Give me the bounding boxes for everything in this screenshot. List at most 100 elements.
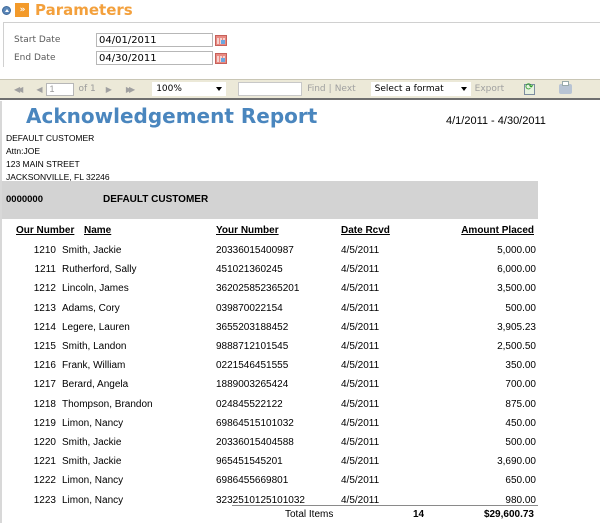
name-cell: Thompson, Brandon <box>62 398 153 410</box>
parameters-title: Parameters <box>35 1 133 19</box>
calendar-icon[interactable] <box>215 34 227 46</box>
amount-placed-cell: 6,000.00 <box>497 264 536 276</box>
our-number-cell: 1221 <box>33 456 56 468</box>
chevron-down-icon <box>216 87 223 91</box>
amount-placed-cell: 5,000.00 <box>497 245 536 256</box>
address-line: 123 MAIN STREET <box>6 159 80 169</box>
export-format-value: Select a format <box>374 84 444 94</box>
amount-placed-cell: 2,500.50 <box>497 341 536 352</box>
name-cell: Limon, Nancy <box>62 494 124 506</box>
our-number-cell: 1212 <box>33 283 56 295</box>
column-header-date-rcvd[interactable]: Date Rcvd <box>341 225 390 236</box>
address-line: Attn:JOE <box>6 146 41 156</box>
previous-page-icon[interactable]: ◀ <box>36 85 42 94</box>
print-icon[interactable] <box>559 81 573 94</box>
chevron-down-icon <box>460 87 467 91</box>
our-number-cell: 1214 <box>33 321 56 333</box>
table-row: 1210 Smith, Jackie 20336015400987 4/5/2011 5… <box>2 245 542 264</box>
your-number-cell: 362025852365201 <box>216 283 300 295</box>
column-header-amount-placed[interactable]: Amount Placed <box>461 225 534 236</box>
export-format-select[interactable]: Select a format <box>370 82 471 96</box>
date-rcvd-cell: 4/5/2011 <box>341 437 380 448</box>
our-number-cell: 1213 <box>33 302 56 314</box>
column-header-our-number[interactable]: Our Number <box>16 225 74 236</box>
end-date-row: End Date <box>14 51 227 65</box>
calendar-icon[interactable] <box>215 52 227 64</box>
first-page-icon[interactable]: ◀◀ <box>14 85 23 94</box>
our-number-cell: 1223 <box>33 494 56 506</box>
date-rcvd-cell: 4/5/2011 <box>341 341 380 352</box>
double-chevron-icon: » <box>15 3 29 17</box>
total-items-label: Total Items <box>285 509 334 520</box>
end-date-input[interactable] <box>96 51 213 65</box>
total-amount: $29,600.73 <box>483 509 534 520</box>
our-number-cell: 1219 <box>33 417 56 429</box>
zoom-value: 100% <box>156 84 182 94</box>
column-header-name[interactable]: Name <box>84 225 111 236</box>
find-separator: | <box>328 84 332 94</box>
our-number-cell: 1216 <box>33 360 56 372</box>
our-number-cell: 1222 <box>33 475 56 487</box>
our-number-cell: 1218 <box>33 398 56 410</box>
name-cell: Lincoln, James <box>62 283 129 295</box>
name-cell: Frank, William <box>62 360 126 372</box>
find-link[interactable]: Find <box>307 84 325 94</box>
date-rcvd-cell: 4/5/2011 <box>341 398 380 410</box>
date-rcvd-cell: 4/5/2011 <box>341 456 380 468</box>
name-cell: Berard, Angela <box>62 379 129 391</box>
your-number-cell: 039870022154 <box>216 302 283 314</box>
report-date-range: 4/1/2011 - 4/30/2011 <box>446 115 546 127</box>
your-number-cell: 3232510125101032 <box>216 494 305 506</box>
name-cell: Limon, Nancy <box>62 417 124 429</box>
date-rcvd-cell: 4/5/2011 <box>341 475 380 487</box>
find-input[interactable] <box>238 82 303 96</box>
our-number-cell: 1220 <box>33 437 56 448</box>
name-cell: Smith, Jackie <box>62 245 122 256</box>
table-row: 1215 Smith, Landon 9888712101545 4/5/2011 2,… <box>2 341 542 360</box>
collapse-icon[interactable] <box>2 5 11 15</box>
date-rcvd-cell: 4/5/2011 <box>341 302 380 314</box>
date-rcvd-cell: 4/5/2011 <box>341 264 380 276</box>
table-row: 1216 Frank, William 0221546451555 4/5/2011 3… <box>2 360 542 379</box>
your-number-cell: 3655203188452 <box>216 321 289 333</box>
name-cell: Rutherford, Sally <box>62 264 137 276</box>
our-number-cell: 1215 <box>33 341 56 352</box>
name-cell: Adams, Cory <box>62 302 120 314</box>
your-number-cell: 1889003265424 <box>216 379 289 391</box>
our-number-cell: 1210 <box>33 245 56 256</box>
customer-name: DEFAULT CUSTOMER <box>103 194 209 205</box>
start-date-input[interactable] <box>96 33 213 47</box>
customer-group-header: 0000000 DEFAULT CUSTOMER <box>2 181 538 219</box>
refresh-icon[interactable] <box>524 82 536 95</box>
parameters-header[interactable]: » Parameters <box>2 0 133 20</box>
next-link[interactable]: Next <box>335 84 356 94</box>
our-number-cell: 1217 <box>33 379 56 391</box>
last-page-icon[interactable]: ▶▶ <box>126 85 135 94</box>
your-number-cell: 0221546451555 <box>216 360 289 372</box>
amount-placed-cell: 875.00 <box>505 398 536 410</box>
your-number-cell: 9888712101545 <box>216 341 289 352</box>
column-header-your-number[interactable]: Your Number <box>216 225 279 236</box>
amount-placed-cell: 500.00 <box>505 437 536 448</box>
export-link[interactable]: Export <box>475 84 504 94</box>
our-number-cell: 1211 <box>34 264 56 276</box>
name-cell: Limon, Nancy <box>62 475 124 487</box>
date-rcvd-cell: 4/5/2011 <box>341 379 380 391</box>
page-count-label: of 1 <box>78 84 96 94</box>
your-number-cell: 69864515101032 <box>216 417 294 429</box>
next-page-icon[interactable]: ▶ <box>106 85 112 94</box>
table-row: 1217 Berard, Angela 1889003265424 4/5/2011 7… <box>2 379 542 398</box>
zoom-select[interactable]: 100% <box>152 82 227 96</box>
parameters-panel: Start Date End Date <box>3 22 600 67</box>
name-cell: Smith, Jackie <box>62 437 122 448</box>
date-rcvd-cell: 4/5/2011 <box>341 321 380 333</box>
total-divider <box>232 505 538 506</box>
table-row: 1212 Lincoln, James 362025852365201 4/5/201… <box>2 283 542 302</box>
table-row: 1211 Rutherford, Sally 451021360245 4/5/201… <box>2 264 542 283</box>
your-number-cell: 20336015400987 <box>216 245 294 256</box>
your-number-cell: 965451545201 <box>216 456 283 468</box>
page-number-input[interactable] <box>46 82 75 96</box>
your-number-cell: 451021360245 <box>216 264 283 276</box>
amount-placed-cell: 700.00 <box>505 379 536 391</box>
table-row: 1219 Limon, Nancy 69864515101032 4/5/2011 45… <box>2 418 542 437</box>
